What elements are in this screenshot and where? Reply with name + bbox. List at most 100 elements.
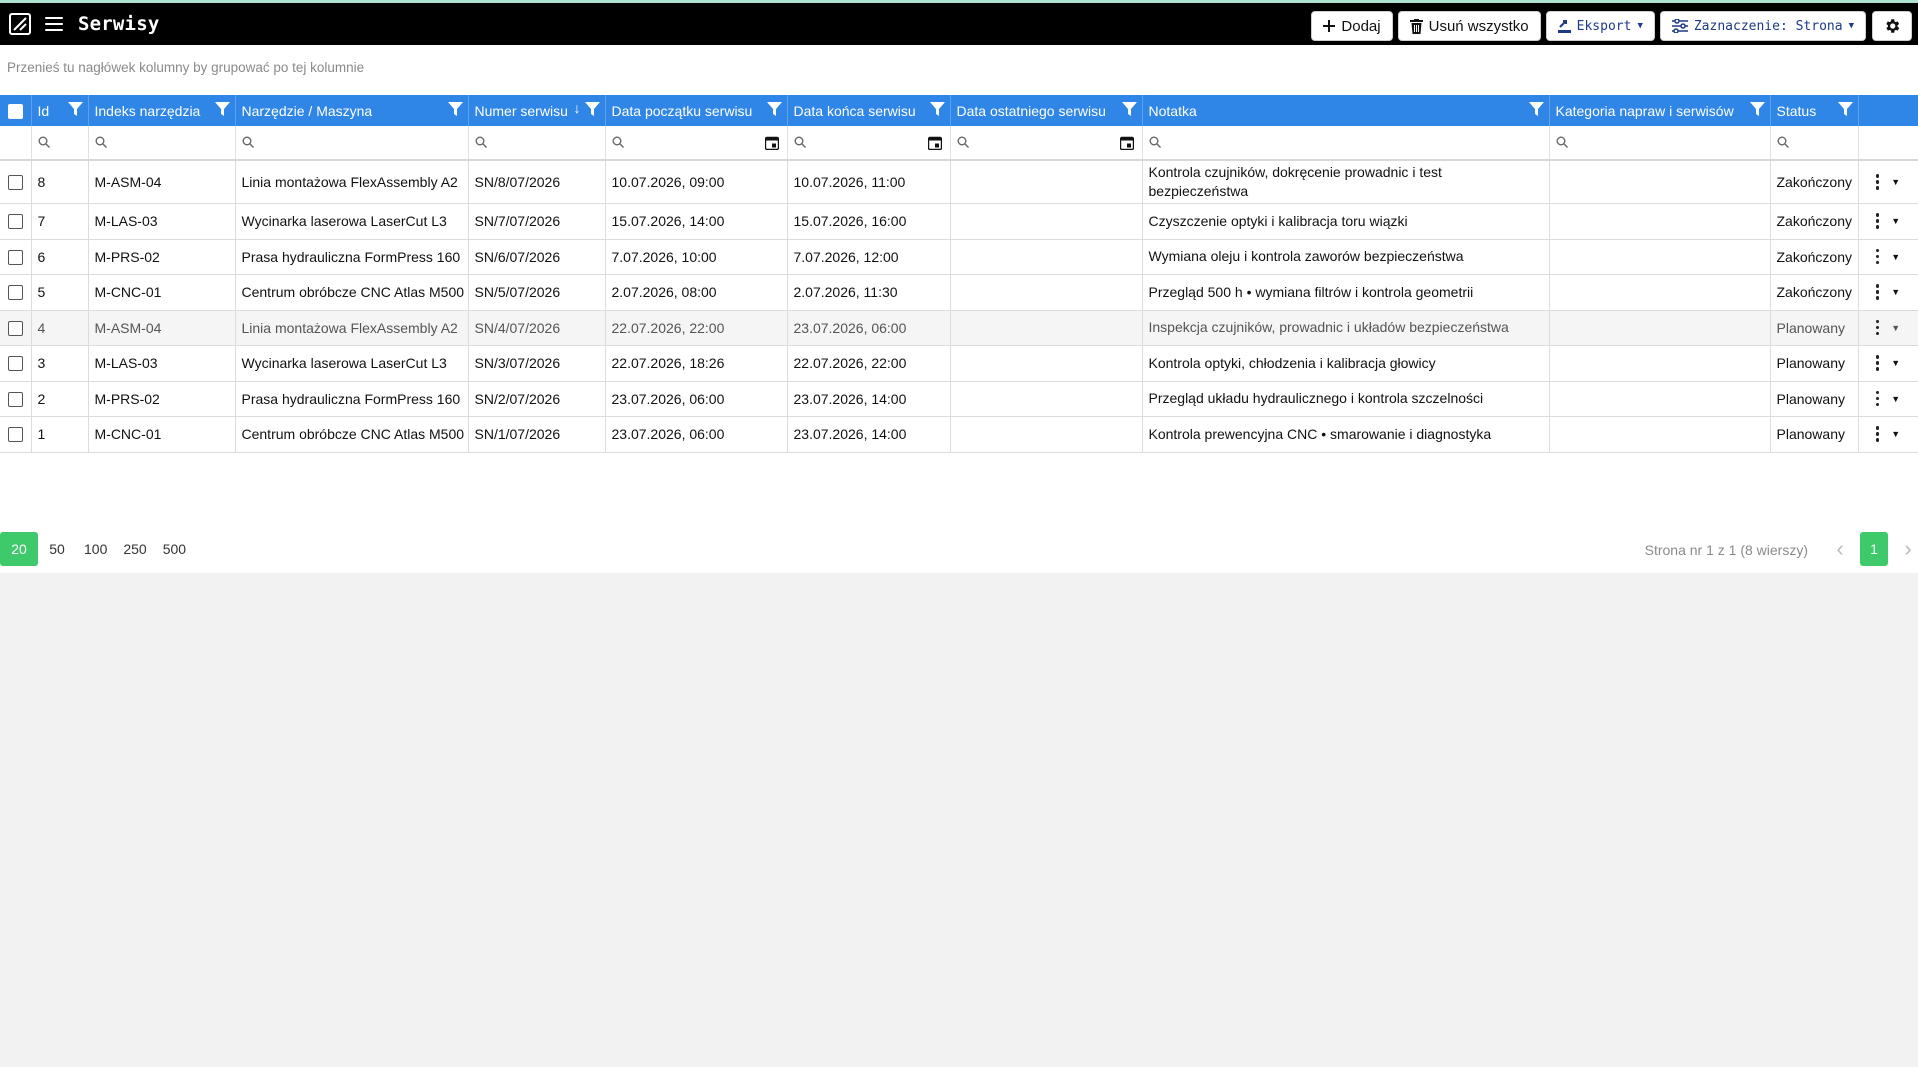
filter-cell-note[interactable]	[1142, 126, 1550, 161]
chevron-down-icon: ▼	[1848, 21, 1854, 31]
filter-icon[interactable]	[1121, 102, 1137, 117]
cell-tool-index: M-CNC-01	[88, 416, 236, 453]
table-row[interactable]: 2 M-PRS-02 Prasa hydrauliczna FormPress 16…	[0, 381, 1918, 417]
app-logo-icon[interactable]	[9, 13, 31, 35]
table-row[interactable]: 7 M-LAS-03 Wycinarka laserowa LaserCut L3 S…	[0, 203, 1918, 240]
calendar-icon[interactable]	[1119, 136, 1134, 150]
calendar-icon[interactable]	[764, 136, 779, 150]
selection-mode-button[interactable]: Zaznaczenie: Strona ▼	[1659, 11, 1866, 41]
column-header-status[interactable]: Status	[1770, 95, 1859, 126]
page-size-option[interactable]: 500	[155, 532, 194, 566]
chevron-down-icon[interactable]: ▼	[1891, 394, 1900, 404]
filter-cell-tool-index[interactable]	[88, 126, 236, 161]
filter-cell-service-number[interactable]	[468, 126, 606, 161]
cell-service-number: SN/3/07/2026	[468, 345, 606, 382]
chevron-down-icon[interactable]: ▼	[1891, 287, 1900, 297]
more-vertical-icon[interactable]	[1875, 390, 1880, 407]
row-checkbox[interactable]	[7, 214, 23, 230]
column-header-label: Data ostatniego serwisu	[956, 102, 1106, 119]
table-row[interactable]: 8 M-ASM-04 Linia montażowa FlexAssembly A2…	[0, 160, 1918, 204]
more-vertical-icon[interactable]	[1875, 174, 1880, 190]
page-size-option[interactable]: 20	[0, 532, 38, 566]
filter-cell-end-date[interactable]	[787, 126, 951, 161]
chevron-down-icon[interactable]: ▼	[1891, 323, 1900, 333]
settings-button[interactable]	[1872, 11, 1912, 41]
page-button-current[interactable]: 1	[1860, 532, 1888, 566]
chevron-down-icon[interactable]: ▼	[1891, 358, 1900, 368]
row-checkbox[interactable]	[7, 285, 23, 301]
calendar-icon[interactable]	[927, 136, 942, 150]
delete-all-button[interactable]: Usuń wszystko	[1397, 11, 1541, 41]
cell-status: Planowany	[1770, 381, 1859, 417]
more-vertical-icon[interactable]	[1875, 284, 1880, 300]
table-row[interactable]: 4 M-ASM-04 Linia montażowa FlexAssembly A2…	[0, 310, 1918, 346]
select-all-checkbox[interactable]	[7, 103, 23, 119]
cell-select	[0, 345, 32, 382]
column-header-machine[interactable]: Narzędzie / Maszyna	[235, 95, 469, 126]
add-button[interactable]: Dodaj	[1311, 11, 1393, 41]
table-row[interactable]: 6 M-PRS-02 Prasa hydrauliczna FormPress 16…	[0, 239, 1918, 275]
filter-icon[interactable]	[447, 102, 463, 117]
filter-icon[interactable]	[67, 102, 83, 117]
column-header-service-number[interactable]: Numer serwisu ↓	[468, 95, 606, 126]
cell-note: Inspekcja czujników, prowadnic i układów…	[1142, 310, 1550, 346]
column-header-start-date[interactable]: Data początku serwisu	[605, 95, 788, 126]
filter-icon[interactable]	[1528, 102, 1544, 117]
table-row[interactable]: 3 M-LAS-03 Wycinarka laserowa LaserCut L3 S…	[0, 345, 1918, 382]
column-header-tool-index[interactable]: Indeks narzędzia	[88, 95, 236, 126]
search-icon	[95, 136, 107, 148]
column-header-id[interactable]: Id	[31, 95, 89, 126]
column-header-last-service-date[interactable]: Data ostatniego serwisu	[950, 95, 1143, 126]
menu-icon[interactable]	[45, 17, 63, 31]
more-vertical-icon[interactable]	[1875, 248, 1880, 265]
cell-start-date: 22.07.2026, 18:26	[605, 345, 788, 382]
column-header-note[interactable]: Notatka	[1142, 95, 1550, 126]
page-size-selector: 20 50 100 250 500	[0, 532, 194, 566]
chevron-down-icon[interactable]: ▼	[1891, 216, 1900, 226]
more-vertical-icon[interactable]	[1875, 213, 1880, 229]
cell-actions: ▼	[1858, 381, 1918, 417]
chevron-right-icon[interactable]: ›	[1898, 536, 1918, 562]
filter-cell-start-date[interactable]	[605, 126, 788, 161]
filter-cell-category[interactable]	[1549, 126, 1771, 161]
cell-machine: Linia montażowa FlexAssembly A2	[235, 160, 469, 204]
group-panel-hint[interactable]: Przenieś tu nagłówek kolumny by grupować…	[7, 60, 364, 75]
page-size-option[interactable]: 250	[115, 532, 154, 566]
filter-icon[interactable]	[766, 102, 782, 117]
more-vertical-icon[interactable]	[1875, 319, 1880, 336]
row-checkbox[interactable]	[7, 320, 23, 336]
more-vertical-icon[interactable]	[1875, 426, 1880, 442]
table-row[interactable]: 5 M-CNC-01 Centrum obróbcze CNC Atlas M500…	[0, 274, 1918, 311]
filter-cell-machine[interactable]	[235, 126, 469, 161]
row-checkbox[interactable]	[7, 427, 23, 443]
cell-last-service-date	[950, 274, 1143, 311]
chevron-left-icon[interactable]: ‹	[1830, 536, 1850, 562]
filter-icon[interactable]	[929, 102, 945, 117]
chevron-down-icon[interactable]: ▼	[1891, 252, 1900, 262]
page-size-option[interactable]: 50	[38, 532, 76, 566]
app-header: Serwisy Dodaj Usuń wszystko Eksport ▼ Za…	[0, 3, 1918, 45]
filter-icon[interactable]	[214, 102, 230, 117]
chevron-down-icon[interactable]: ▼	[1891, 429, 1900, 439]
cell-last-service-date	[950, 381, 1143, 417]
filter-icon[interactable]	[1749, 102, 1765, 117]
filter-cell-status[interactable]	[1770, 126, 1859, 161]
filter-cell-last-service-date[interactable]	[950, 126, 1143, 161]
row-checkbox[interactable]	[7, 391, 23, 407]
export-button[interactable]: Eksport ▼	[1545, 11, 1655, 41]
row-checkbox[interactable]	[7, 175, 23, 191]
chevron-down-icon[interactable]: ▼	[1891, 177, 1900, 187]
column-header-end-date[interactable]: Data końca serwisu	[787, 95, 951, 126]
filter-icon[interactable]	[584, 102, 600, 117]
row-checkbox[interactable]	[7, 356, 23, 372]
table-row[interactable]: 1 M-CNC-01 Centrum obróbcze CNC Atlas M500…	[0, 416, 1918, 453]
cell-status: Zakończony	[1770, 239, 1859, 275]
more-vertical-icon[interactable]	[1875, 355, 1880, 371]
row-checkbox[interactable]	[7, 249, 23, 265]
page-size-option[interactable]: 100	[76, 532, 115, 566]
filter-cell-actions	[1858, 126, 1918, 161]
column-header-category[interactable]: Kategoria napraw i serwisów	[1549, 95, 1771, 126]
filter-icon[interactable]	[1837, 102, 1853, 117]
cell-end-date: 15.07.2026, 16:00	[787, 203, 951, 240]
filter-cell-id[interactable]	[31, 126, 89, 161]
